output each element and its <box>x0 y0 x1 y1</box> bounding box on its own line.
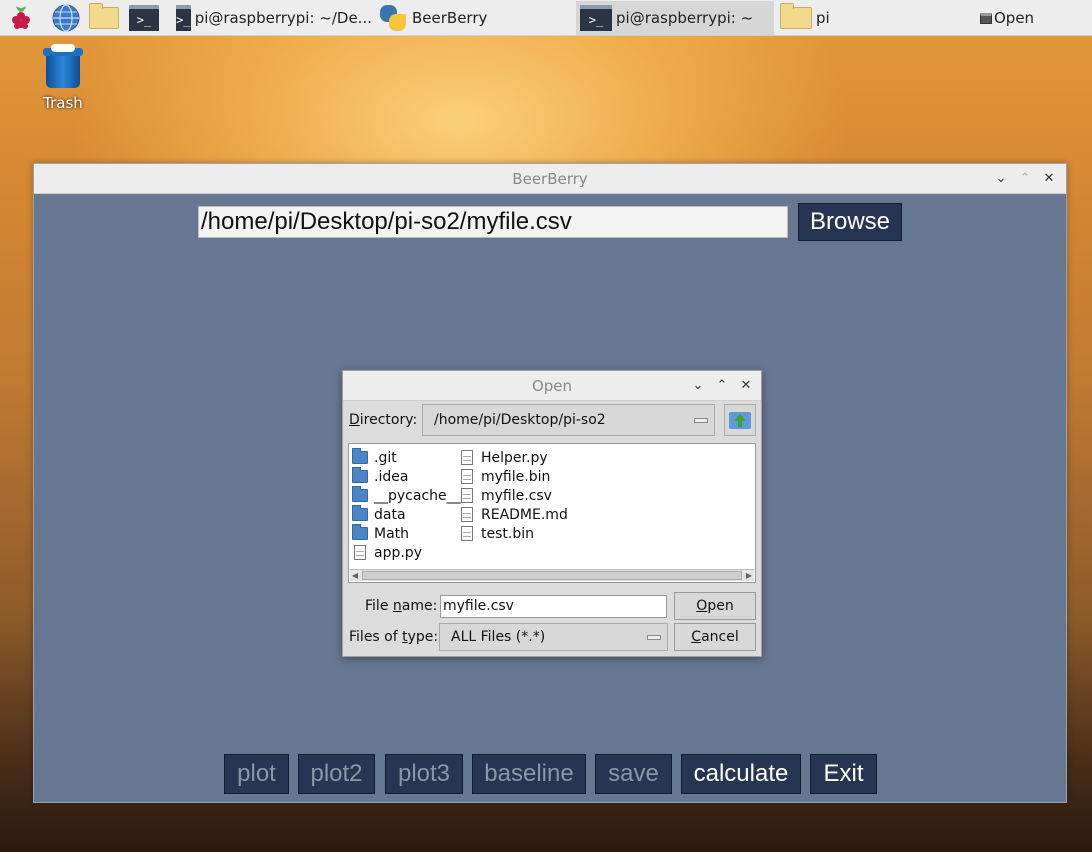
dialog-titlebar[interactable]: Open ⌄ ⌃ ✕ <box>343 371 761 401</box>
raspberry-menu-icon[interactable] <box>6 3 36 33</box>
close-icon[interactable]: ✕ <box>1040 170 1058 188</box>
folder-icon <box>352 505 368 521</box>
trash-icon <box>43 44 83 88</box>
file-type-value: ALL Files (*.*) <box>451 629 546 645</box>
dropdown-icon <box>694 418 708 423</box>
calculate-button[interactable]: calculate <box>681 754 801 794</box>
folder-icon <box>780 3 812 29</box>
list-item[interactable]: data <box>352 505 461 524</box>
list-item[interactable]: Helper.py <box>459 448 568 467</box>
plot-button[interactable]: plot <box>224 754 289 794</box>
file-type-select[interactable]: ALL Files (*.*) <box>439 623 668 651</box>
plot2-button[interactable]: plot2 <box>298 754 375 794</box>
task-label: BeerBerry <box>412 9 488 27</box>
task-terminal-home[interactable]: >_ pi@raspberrypi: ~ <box>576 1 774 35</box>
window-title: BeerBerry <box>512 170 588 188</box>
baseline-button[interactable]: baseline <box>472 754 586 794</box>
plot3-button[interactable]: plot3 <box>385 754 463 794</box>
directory-value: /home/pi/Desktop/pi-so2 <box>434 412 606 428</box>
list-item[interactable]: .idea <box>352 467 461 486</box>
terminal-launcher-icon[interactable]: >_ <box>129 3 159 33</box>
terminal-icon: >_ <box>176 5 191 31</box>
open-button[interactable]: Open <box>674 592 756 620</box>
parent-directory-button[interactable] <box>724 404 756 436</box>
web-browser-icon[interactable] <box>51 3 81 33</box>
scrollbar-thumb[interactable] <box>362 571 742 580</box>
task-label: pi@raspberrypi: ~/De... <box>194 9 372 27</box>
directory-select[interactable]: /home/pi/Desktop/pi-so2 <box>422 404 715 436</box>
exit-button[interactable]: Exit <box>810 754 877 794</box>
task-file-manager-pi[interactable]: pi <box>776 1 974 35</box>
window-icon <box>980 12 992 24</box>
dialog-title: Open <box>531 377 573 395</box>
python-icon <box>378 3 408 33</box>
file-icon <box>354 545 366 560</box>
window-titlebar[interactable]: BeerBerry ⌄ ⌃ ✕ <box>34 164 1066 194</box>
file-icon <box>461 488 473 503</box>
open-file-dialog: Open ⌄ ⌃ ✕ Directory: /home/pi/Desktop/p… <box>342 370 762 657</box>
folder-icon <box>352 448 368 464</box>
directory-label: Directory: <box>349 412 418 428</box>
list-item[interactable]: .git <box>352 448 461 467</box>
file-column: Helper.py myfile.bin myfile.csv README.m… <box>459 448 568 543</box>
list-item[interactable]: README.md <box>459 505 568 524</box>
task-beerberry[interactable]: BeerBerry <box>374 1 574 35</box>
trash-label: Trash <box>43 94 83 112</box>
folder-icon <box>352 467 368 483</box>
file-type-label: Files of type: <box>349 629 439 645</box>
cancel-button[interactable]: Cancel <box>674 623 756 651</box>
dropdown-icon <box>647 635 661 640</box>
file-icon <box>461 507 473 522</box>
list-item[interactable]: Math <box>352 524 461 543</box>
file-icon <box>461 526 473 541</box>
scroll-left-icon[interactable]: ◀ <box>350 571 360 580</box>
task-label: pi <box>816 9 830 27</box>
task-terminal-desktop[interactable]: >_ pi@raspberrypi: ~/De... <box>172 1 372 35</box>
maximize-icon[interactable]: ⌃ <box>713 377 731 395</box>
list-item[interactable]: myfile.csv <box>459 486 568 505</box>
file-icon <box>461 450 473 465</box>
file-manager-icon[interactable] <box>89 3 119 33</box>
minimize-icon[interactable]: ⌄ <box>992 170 1010 188</box>
file-list[interactable]: .git .idea __pycache__ data Math app.py … <box>348 443 756 583</box>
browse-button[interactable]: Browse <box>798 203 902 241</box>
horizontal-scrollbar[interactable]: ◀ ▶ <box>350 569 754 581</box>
file-path-input[interactable]: /home/pi/Desktop/pi-so2/myfile.csv <box>198 206 788 238</box>
task-label: Open <box>994 9 1035 27</box>
folder-icon <box>352 486 368 502</box>
scroll-right-icon[interactable]: ▶ <box>744 571 754 580</box>
task-label: pi@raspberrypi: ~ <box>616 9 754 27</box>
folder-up-icon <box>729 411 751 429</box>
file-column: .git .idea __pycache__ data Math app.py <box>352 448 461 562</box>
list-item[interactable]: __pycache__ <box>352 486 461 505</box>
list-item[interactable]: myfile.bin <box>459 467 568 486</box>
folder-icon <box>352 524 368 540</box>
taskbar: >_ >_ pi@raspberrypi: ~/De... BeerBerry … <box>0 0 1092 36</box>
file-icon <box>461 469 473 484</box>
file-name-input[interactable]: myfile.csv <box>440 595 667 618</box>
maximize-icon[interactable]: ⌃ <box>1016 170 1034 188</box>
desktop-trash[interactable]: Trash <box>36 44 90 112</box>
action-bar: plot plot2 plot3 baseline save calculate… <box>34 754 1066 794</box>
minimize-icon[interactable]: ⌄ <box>689 377 707 395</box>
terminal-icon: >_ <box>580 5 612 31</box>
file-name-label: File name: <box>365 598 438 614</box>
list-item[interactable]: app.py <box>352 543 461 562</box>
save-button[interactable]: save <box>595 754 672 794</box>
list-item[interactable]: test.bin <box>459 524 568 543</box>
task-open-dialog[interactable]: Open <box>976 1 1092 35</box>
close-icon[interactable]: ✕ <box>737 377 755 395</box>
